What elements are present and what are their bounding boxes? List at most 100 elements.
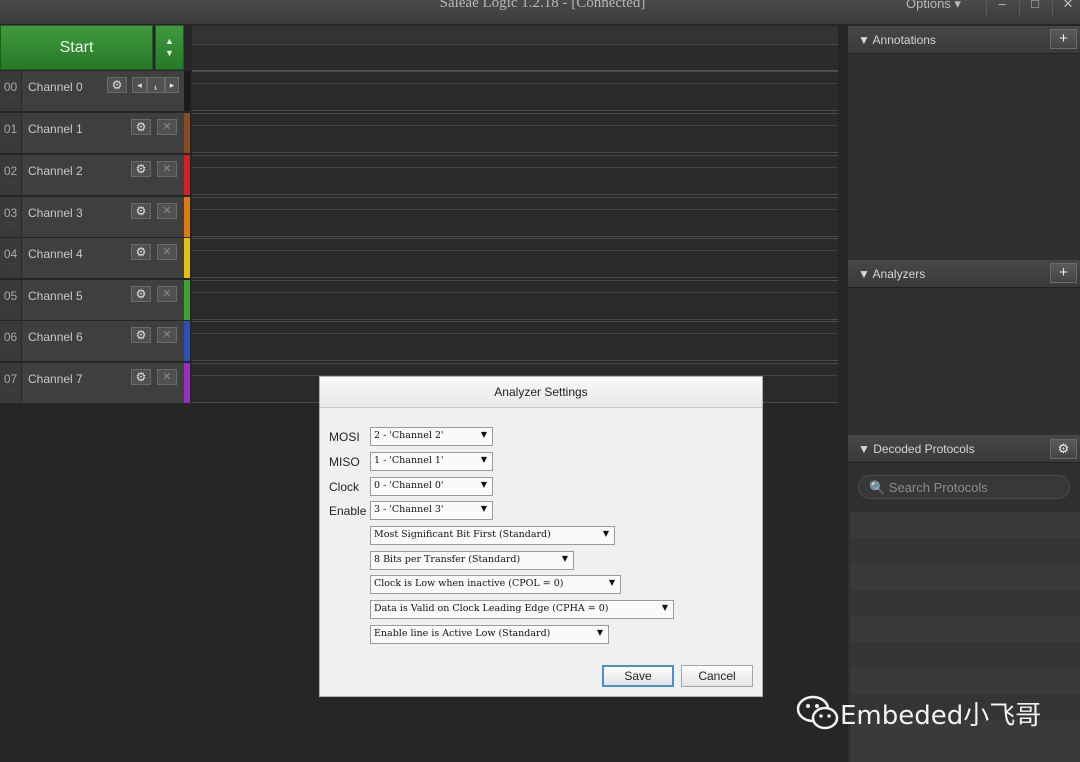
enable-select[interactable]: 3 - 'Channel 3' ▼ bbox=[370, 501, 493, 520]
dropdown-arrow-icon: ▼ bbox=[480, 480, 487, 489]
options-menu[interactable]: Options ▾ bbox=[906, 0, 961, 12]
channel-number: 03:::: bbox=[0, 197, 22, 237]
dropdown-arrow-icon: ▼ bbox=[480, 455, 487, 464]
protocol-list-row bbox=[850, 538, 1080, 564]
channel-color-bar bbox=[184, 280, 190, 320]
gear-icon[interactable]: ⚙ bbox=[131, 244, 151, 260]
bits-per-transfer-select[interactable]: 8 Bits per Transfer (Standard) ▼ bbox=[370, 551, 574, 570]
wechat-logo-icon bbox=[796, 695, 839, 730]
channel-number: 06:::: bbox=[0, 321, 22, 361]
dropdown-arrow-icon: ▼ bbox=[596, 628, 603, 637]
channel-color-bar bbox=[184, 321, 190, 361]
close-icon[interactable]: ✕ bbox=[157, 327, 177, 343]
trigger-edge-icon[interactable]: ⸤ bbox=[147, 77, 165, 93]
channel-number: 00:::: bbox=[0, 71, 22, 111]
annotations-header[interactable]: ▼ Annotations bbox=[848, 26, 1080, 54]
protocol-list-row bbox=[850, 616, 1080, 642]
channel-row: 00:::: Channel 0 ⚙ ◂ ⸤ ▸ bbox=[0, 71, 838, 112]
add-analyzer-button[interactable]: + bbox=[1050, 263, 1077, 283]
channel-row: 01:::: Channel 1 ⚙ ✕ bbox=[0, 113, 838, 154]
signal-track[interactable] bbox=[192, 197, 838, 237]
save-button[interactable]: Save bbox=[602, 665, 674, 687]
enable-polarity-select[interactable]: Enable line is Active Low (Standard) ▼ bbox=[370, 625, 609, 644]
channel-number: 07:::: bbox=[0, 363, 22, 403]
gear-icon[interactable]: ⚙ bbox=[1050, 439, 1077, 459]
protocol-list-row bbox=[850, 668, 1080, 694]
signal-track[interactable] bbox=[192, 155, 838, 195]
analyzers-header[interactable]: ▼ Analyzers bbox=[848, 260, 1080, 288]
clock-select[interactable]: 0 - 'Channel 0' ▼ bbox=[370, 477, 493, 496]
channel-row: 02:::: Channel 2 ⚙ ✕ bbox=[0, 155, 838, 196]
drag-handle-icon[interactable]: :::: bbox=[0, 305, 21, 311]
arrow-up-icon: ▲ bbox=[165, 36, 174, 46]
close-icon[interactable]: ✕ bbox=[157, 119, 177, 135]
signal-track[interactable] bbox=[192, 113, 838, 153]
channel-row: 04:::: Channel 4 ⚙ ✕ bbox=[0, 238, 838, 279]
miso-select[interactable]: 1 - 'Channel 1' ▼ bbox=[370, 452, 493, 471]
gear-icon[interactable]: ⚙ bbox=[131, 161, 151, 177]
signal-track[interactable] bbox=[192, 321, 838, 361]
gear-icon[interactable]: ⚙ bbox=[131, 119, 151, 135]
drag-handle-icon[interactable]: :::: bbox=[0, 222, 21, 228]
miso-label: MISO bbox=[329, 455, 360, 469]
drag-handle-icon[interactable]: :::: bbox=[0, 263, 21, 269]
maximize-button[interactable]: □ bbox=[1019, 0, 1050, 17]
signal-track[interactable] bbox=[192, 280, 838, 320]
protocol-list-row bbox=[850, 642, 1080, 668]
title-bar: Saleae Logic 1.2.18 - [Connected] Option… bbox=[0, 0, 1080, 24]
protocol-list-row bbox=[850, 564, 1080, 590]
close-window-button[interactable]: ✕ bbox=[1052, 0, 1080, 17]
cpha-select[interactable]: Data is Valid on Clock Leading Edge (CPH… bbox=[370, 600, 674, 619]
signal-track[interactable] bbox=[192, 238, 838, 278]
drag-handle-icon[interactable]: :::: bbox=[0, 96, 21, 102]
dropdown-arrow-icon: ▼ bbox=[602, 529, 609, 538]
drag-handle-icon[interactable]: :::: bbox=[0, 138, 21, 144]
dialog-title: Analyzer Settings bbox=[320, 377, 762, 408]
channel-color-bar bbox=[184, 238, 190, 278]
enable-label: Enable bbox=[329, 504, 367, 518]
drag-handle-icon[interactable]: :::: bbox=[0, 346, 21, 352]
channel-row: 06:::: Channel 6 ⚙ ✕ bbox=[0, 321, 838, 362]
channel-color-bar bbox=[184, 197, 190, 237]
close-icon[interactable]: ✕ bbox=[157, 244, 177, 260]
analyzer-settings-dialog: Analyzer Settings MOSI 2 - 'Channel 2' ▼ … bbox=[319, 376, 763, 697]
channel-row: 03:::: Channel 3 ⚙ ✕ bbox=[0, 197, 838, 238]
mosi-label: MOSI bbox=[329, 430, 360, 444]
close-icon[interactable]: ✕ bbox=[157, 369, 177, 385]
drag-handle-icon[interactable]: :::: bbox=[0, 388, 21, 394]
mosi-select[interactable]: 2 - 'Channel 2' ▼ bbox=[370, 427, 493, 446]
next-edge-icon[interactable]: ▸ bbox=[165, 77, 179, 93]
timeline-ruler[interactable] bbox=[192, 26, 838, 71]
channel-number: 04:::: bbox=[0, 238, 22, 278]
dropdown-arrow-icon: ▼ bbox=[608, 578, 615, 587]
add-annotation-button[interactable]: + bbox=[1050, 29, 1077, 49]
prev-edge-icon[interactable]: ◂ bbox=[132, 77, 147, 93]
cancel-button[interactable]: Cancel bbox=[681, 665, 753, 687]
start-options-arrow-icon[interactable]: ▲ ▼ bbox=[155, 25, 184, 70]
watermark-text: Embeded小飞哥 bbox=[840, 701, 1042, 731]
drag-handle-icon[interactable]: :::: bbox=[0, 180, 21, 186]
channel-row: 05:::: Channel 5 ⚙ ✕ bbox=[0, 280, 838, 321]
close-icon[interactable]: ✕ bbox=[157, 286, 177, 302]
close-icon[interactable]: ✕ bbox=[157, 161, 177, 177]
arrow-down-icon: ▼ bbox=[165, 48, 174, 58]
gear-icon[interactable]: ⚙ bbox=[131, 369, 151, 385]
watermark: Embeded小飞哥 bbox=[796, 694, 1041, 732]
protocol-list-row bbox=[850, 512, 1080, 538]
start-button[interactable]: Start bbox=[0, 25, 153, 70]
gear-icon[interactable]: ⚙ bbox=[131, 327, 151, 343]
dropdown-arrow-icon: ▼ bbox=[561, 554, 568, 563]
gear-icon[interactable]: ⚙ bbox=[131, 286, 151, 302]
dropdown-arrow-icon: ▼ bbox=[480, 504, 487, 513]
signal-track[interactable] bbox=[192, 71, 838, 111]
bit-order-select[interactable]: Most Significant Bit First (Standard) ▼ bbox=[370, 526, 615, 545]
search-protocols-input[interactable]: 🔍 Search Protocols bbox=[858, 475, 1070, 499]
decoded-protocols-header[interactable]: ▼ Decoded Protocols bbox=[848, 435, 1080, 463]
channel-number: 02:::: bbox=[0, 155, 22, 195]
minimize-button[interactable]: – bbox=[986, 0, 1017, 17]
gear-icon[interactable]: ⚙ bbox=[131, 203, 151, 219]
cpol-select[interactable]: Clock is Low when inactive (CPOL = 0) ▼ bbox=[370, 575, 621, 594]
gear-icon[interactable]: ⚙ bbox=[107, 77, 127, 93]
channel-number: 05:::: bbox=[0, 280, 22, 320]
close-icon[interactable]: ✕ bbox=[157, 203, 177, 219]
